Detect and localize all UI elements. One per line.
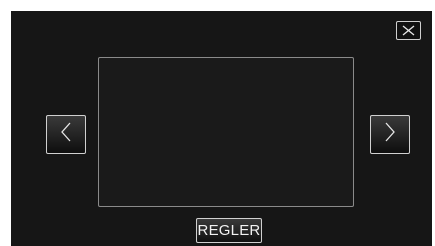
- adjust-button-label: REGLER: [197, 222, 261, 239]
- preview-frame: [98, 57, 354, 207]
- close-button[interactable]: [396, 21, 421, 40]
- next-button[interactable]: [370, 115, 410, 154]
- camera-screen: REGLER: [11, 11, 432, 246]
- chevron-right-icon: [384, 122, 396, 147]
- chevron-left-icon: [60, 122, 72, 147]
- close-icon: [402, 25, 415, 36]
- previous-button[interactable]: [46, 115, 86, 154]
- adjust-button[interactable]: REGLER: [196, 218, 262, 243]
